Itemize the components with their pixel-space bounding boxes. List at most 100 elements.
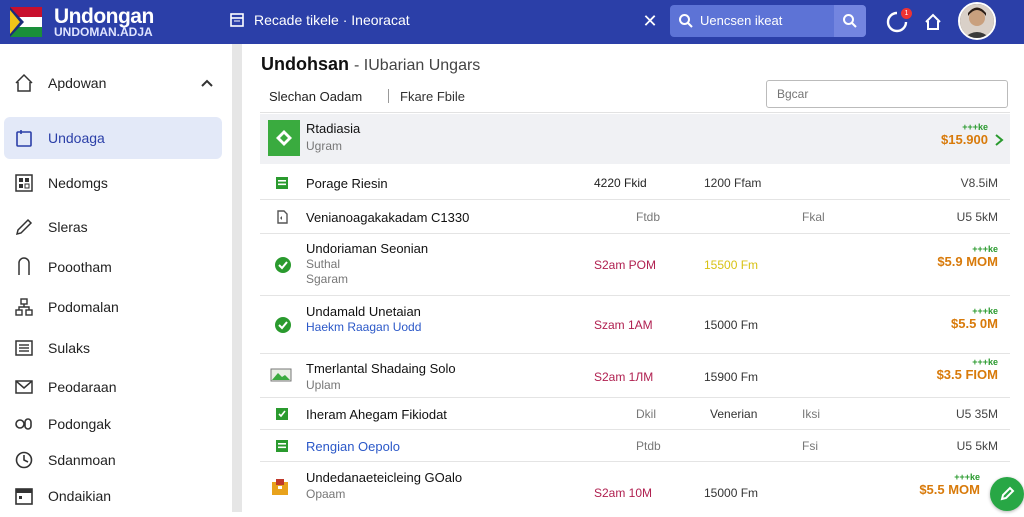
check-circle-icon — [275, 257, 291, 273]
chevron-right-icon[interactable] — [994, 134, 1004, 146]
sidebar-item-nedomgs[interactable]: Nedomgs — [4, 162, 222, 204]
item-price: $3.5 FIOM — [936, 367, 998, 382]
item-count: 1200 Ffam — [704, 176, 762, 190]
item-price-block: +++ke $5.5 MOM — [919, 472, 980, 497]
item-price: $5.9 MOM — [937, 254, 998, 269]
list-item[interactable]: Porage Riesin 4220 Fkid 1200 Ffam V8.5iM — [260, 166, 1010, 200]
item-name: Rtadiasia — [306, 121, 361, 136]
item-kind: Iksi — [802, 407, 820, 421]
document-icon — [16, 130, 32, 147]
sidebar-item-label: Podomalan — [48, 299, 119, 315]
sidebar: Apdowan Undoaga Nedomgs Sleras Poootham … — [0, 44, 232, 512]
spreadsheet-icon — [276, 177, 288, 189]
tab-fkare-fbile[interactable]: Fkare Fbile — [400, 89, 465, 104]
item-name: Undoriaman Seonian — [306, 241, 429, 256]
page-subtitle: - IUbarian Ungars — [354, 57, 481, 74]
list-item[interactable]: Rengian Oepolo Ptdb Fsi U5 5kM — [260, 430, 1010, 462]
filter-search-input[interactable] — [766, 80, 1008, 108]
item-name[interactable]: Rengian Oepolo — [306, 439, 400, 454]
item-price: $5.5 0M — [951, 316, 998, 331]
tab-slechan-oadam[interactable]: Slechan Oadam — [269, 89, 362, 104]
grid-icon — [15, 174, 33, 192]
item-count: 15900 Fm — [704, 370, 759, 384]
item-name: Undamald Unetaian — [306, 304, 421, 319]
image-icon — [270, 368, 292, 382]
home-button[interactable] — [920, 9, 946, 35]
list-item[interactable]: Undedanaeteicleing GOalo Opaam S2am 10M … — [260, 462, 1010, 512]
avatar[interactable] — [958, 2, 996, 40]
item-subtitle: Uplam — [306, 378, 341, 392]
item-price: $15.900 — [941, 132, 988, 147]
item-tag: +++ke — [972, 357, 998, 367]
item-subtitle: Ugram — [306, 139, 343, 153]
sidebar-item-apdowan[interactable]: Apdowan — [4, 62, 222, 104]
search-icon — [679, 14, 693, 28]
page-title: Undohsan - IUbarian Ungars — [261, 54, 480, 75]
search-icon — [843, 14, 857, 28]
item-subtitle-2: Sgaram — [306, 272, 349, 286]
sidebar-item-sulaks[interactable]: Sulaks — [4, 327, 222, 369]
page-title-text: Undohsan — [261, 54, 349, 74]
spreadsheet-icon — [276, 440, 288, 452]
sidebar-item-ondaikian[interactable]: Ondaikian — [4, 475, 222, 517]
breadcrumb[interactable]: Recade tikele · Ineoracat — [230, 12, 410, 28]
close-icon[interactable]: ✕ — [640, 11, 660, 31]
pen-icon — [15, 218, 33, 236]
item-type: Ptdb — [636, 439, 661, 453]
item-tag: +++ke — [962, 122, 988, 132]
chevron-up-icon[interactable] — [200, 76, 214, 90]
list-item[interactable]: Undamald Unetaian Haekm Raagan Uodd Szam… — [260, 296, 1010, 354]
item-name: Porage Riesin — [306, 176, 388, 191]
item-count: 15000 Fm — [704, 486, 759, 500]
item-price: $5.5 MOM — [919, 482, 980, 497]
item-type: Dkil — [636, 407, 656, 421]
list-icon — [15, 340, 33, 356]
item-link[interactable]: Haekm Raagan Uodd — [306, 320, 421, 334]
item-subtitle: Suthal — [306, 257, 341, 271]
sidebar-item-podomalan[interactable]: Podomalan — [4, 286, 222, 328]
list-item[interactable]: Iheram Ahegam Fikiodat Dkil Venerian Iks… — [260, 398, 1010, 430]
sidebar-item-peodaraan[interactable]: Peodaraan — [4, 366, 222, 408]
item-count: 15500 Fm — [704, 258, 759, 272]
sidebar-item-poootham[interactable]: Poootham — [4, 246, 222, 288]
search-input[interactable]: Uencsen ikeat — [700, 13, 782, 28]
app-logo[interactable]: Undongan UNDOMAN.ADJA — [8, 3, 158, 41]
window-icon — [230, 13, 244, 27]
main-content: Undohsan - IUbarian Ungars Slechan Oadam… — [242, 44, 1024, 512]
link-icon — [15, 418, 32, 430]
list-item[interactable]: Undoriaman Seonian Suthal Sgaram S2am PO… — [260, 234, 1010, 296]
search-bar[interactable]: Uencsen ikeat — [670, 5, 866, 37]
item-name: Venianoagakakadam C1330 — [306, 210, 470, 225]
item-price-block: +++ke $3.5 FIOM — [937, 357, 998, 382]
notifications-button[interactable]: 1 — [884, 8, 912, 35]
floating-edit-button[interactable] — [990, 477, 1024, 511]
sidebar-item-sleras[interactable]: Sleras — [4, 206, 222, 248]
clock-icon — [15, 451, 33, 469]
notification-badge: 1 — [901, 8, 912, 19]
list-item[interactable]: Rtadiasia Ugram +++ke $15.900 — [260, 114, 1010, 164]
mail-icon — [15, 380, 33, 394]
item-size: U5 35M — [955, 407, 998, 421]
edit-icon — [1000, 486, 1015, 501]
sidebar-item-label: Apdowan — [48, 75, 107, 91]
item-date: S2am 10M — [594, 486, 653, 500]
item-kind: Fkal — [802, 210, 825, 224]
check-circle-icon — [275, 317, 291, 333]
sidebar-item-undoaga[interactable]: Undoaga — [4, 117, 222, 159]
document-icon — [277, 210, 288, 224]
search-button[interactable] — [834, 5, 866, 37]
sidebar-item-label: Nedomgs — [48, 175, 108, 191]
list-item[interactable]: Venianoagakakadam C1330 Ftdb Fkal U5 5kM — [260, 200, 1010, 234]
package-icon — [272, 479, 288, 495]
item-size: U5 5kM — [956, 210, 998, 224]
item-price-block: +++ke $5.9 MOM — [937, 244, 998, 269]
sidebar-scrollbar[interactable] — [232, 44, 242, 512]
item-date: 4220 Fkid — [594, 176, 647, 190]
folder-icon — [268, 120, 300, 156]
flag-icon — [10, 7, 42, 37]
item-tag: +++ke — [972, 244, 998, 254]
item-tag: +++ke — [954, 472, 980, 482]
list-item[interactable]: Tmerlantal Shadaing Solo Uplam S2am 1ЛM … — [260, 354, 1010, 398]
item-name: Tmerlantal Shadaing Solo — [306, 361, 456, 376]
spreadsheet-icon — [276, 408, 288, 420]
